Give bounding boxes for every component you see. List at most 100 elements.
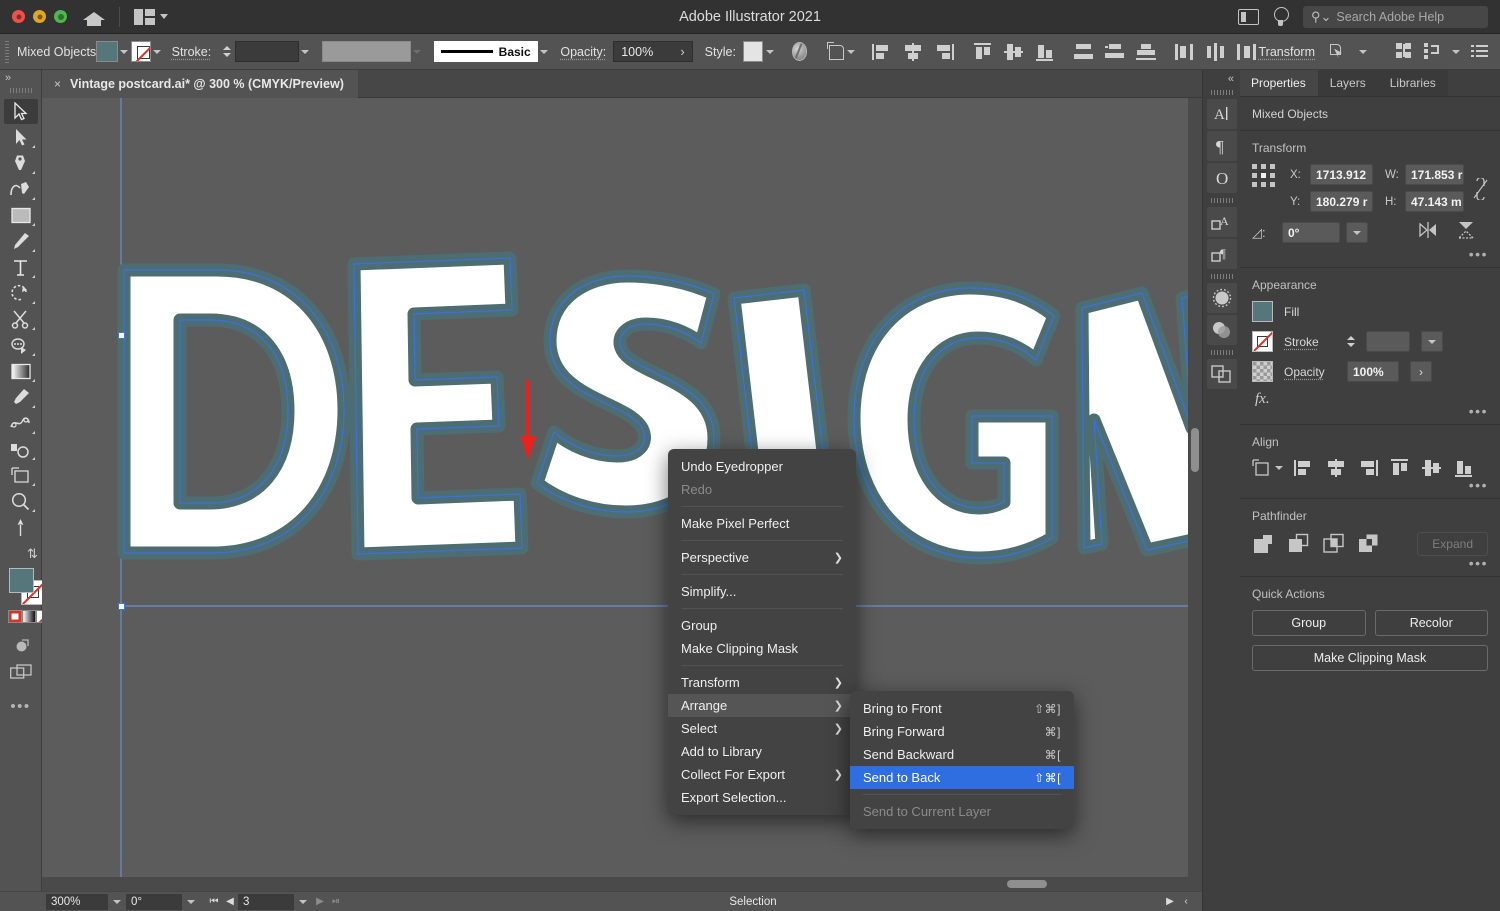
submenu-item-send-backward[interactable]: Send Backward ⌘[ (850, 743, 1074, 766)
menu-item-make-pixel-perfect[interactable]: Make Pixel Perfect (668, 512, 856, 535)
curvature-tool[interactable] (4, 177, 38, 202)
distribute-center-icon[interactable] (1205, 42, 1227, 62)
align-to-selector[interactable] (1252, 459, 1283, 477)
close-button[interactable] (12, 10, 25, 23)
direct-selection-tool[interactable] (4, 125, 38, 150)
distribute-left-icon[interactable] (1174, 42, 1196, 62)
gradient-tool[interactable] (4, 359, 38, 384)
rail-group-grip[interactable] (1210, 198, 1233, 203)
zoom-level-field[interactable]: 300% (46, 893, 108, 910)
brushes-panel-icon[interactable] (1206, 283, 1237, 313)
tab-libraries[interactable]: Libraries (1377, 70, 1448, 96)
context-menu[interactable]: Undo Eyedropper Redo Make Pixel Perfect … (668, 449, 856, 815)
opacity-label[interactable]: Opacity (1284, 365, 1336, 379)
scroll-thumb[interactable] (1191, 428, 1199, 472)
search-input[interactable] (1336, 9, 1480, 24)
menu-item-perspective[interactable]: Perspective ❯ (668, 546, 856, 569)
align-left-icon[interactable] (871, 42, 893, 62)
exclude-icon[interactable] (1357, 533, 1381, 555)
color-button[interactable] (8, 610, 22, 623)
minus-front-icon[interactable] (1287, 533, 1311, 555)
expand-toolbar-icon[interactable]: » (0, 70, 41, 84)
paintbrush-tool[interactable] (4, 229, 38, 254)
opacity-field[interactable]: 100% › (613, 41, 693, 62)
rotation-dropdown-icon[interactable] (182, 899, 200, 904)
group-button[interactable]: Group (1252, 610, 1366, 636)
artboard-tool[interactable] (4, 463, 38, 488)
flip-vertical-icon[interactable] (1456, 221, 1476, 244)
align-middle-vertical-icon[interactable] (1003, 42, 1025, 62)
align-middle-vertical-icon[interactable] (1421, 458, 1443, 478)
submenu-item-bring-forward[interactable]: Bring Forward ⌘] (850, 720, 1074, 743)
select-similar-icon[interactable] (827, 41, 845, 62)
screen-mode-toggle-icon[interactable] (10, 664, 33, 686)
next-artboard-button[interactable]: ▶ (312, 896, 328, 907)
hand-tool[interactable] (4, 515, 38, 540)
eyedropper-tool[interactable] (4, 385, 38, 410)
align-more-options-icon[interactable]: ••• (1469, 477, 1488, 493)
align-right-icon[interactable] (1357, 458, 1379, 478)
isolate-selected-object-icon[interactable] (1326, 42, 1348, 62)
first-artboard-button[interactable]: ⏮ (206, 896, 222, 907)
canvas-horizontal-scrollbar[interactable] (42, 877, 1188, 891)
rotate-tool[interactable] (4, 281, 38, 306)
stroke-dropdown-icon[interactable] (151, 41, 164, 62)
distribute-bottom-icon[interactable] (1135, 42, 1157, 62)
flip-horizontal-icon[interactable] (1418, 221, 1438, 244)
w-field[interactable]: 171.853 r (1405, 164, 1464, 185)
home-icon[interactable] (83, 8, 105, 26)
gradient-button[interactable] (22, 610, 36, 623)
stroke-weight-dropdown-icon[interactable] (299, 41, 312, 62)
constrain-proportions-icon[interactable] (1473, 176, 1488, 205)
stroke-label[interactable]: Stroke (1284, 335, 1336, 349)
stroke-swatch-button[interactable] (130, 41, 151, 62)
menu-item-transform[interactable]: Transform ❯ (668, 671, 856, 694)
x-field[interactable]: 1713.912 (1310, 164, 1373, 185)
stroke-weight-field[interactable] (1366, 331, 1410, 352)
arrange-documents-icon[interactable] (134, 8, 168, 25)
graphic-style-swatch[interactable] (742, 41, 764, 62)
canvas-vertical-scrollbar[interactable] (1188, 98, 1202, 891)
align-right-icon[interactable] (933, 42, 955, 62)
paragraph-panel-icon[interactable]: ¶ (1206, 131, 1237, 161)
stroke-swatch[interactable] (1252, 331, 1273, 352)
stroke-weight-field[interactable] (235, 41, 300, 62)
zoom-button[interactable] (54, 10, 67, 23)
document-tab[interactable]: × Vintage postcard.ai* @ 300 % (CMYK/Pre… (42, 69, 358, 98)
status-menu-button[interactable]: ▶ (1162, 896, 1178, 907)
zoom-dropdown-icon[interactable] (108, 899, 126, 904)
selection-tool[interactable] (3, 99, 38, 124)
submenu-item-bring-to-front[interactable]: Bring to Front ⇧⌘] (850, 697, 1074, 720)
arrange-panel-icon[interactable] (1424, 43, 1441, 60)
fill-color-swatch[interactable] (9, 568, 34, 593)
toolbar-grip[interactable] (9, 88, 32, 93)
opacity-field[interactable]: 100% (1347, 361, 1399, 382)
menu-item-group[interactable]: Group (668, 614, 856, 637)
collapse-panels-icon[interactable]: « (1203, 70, 1240, 85)
fill-swatch-button[interactable] (96, 41, 118, 62)
stroke-weight-stepper[interactable] (1347, 336, 1355, 347)
make-clipping-mask-button[interactable]: Make Clipping Mask (1252, 645, 1488, 671)
isolate-dropdown-icon[interactable] (1359, 49, 1367, 54)
y-field[interactable]: 180.279 r (1310, 191, 1373, 212)
transform-more-options-icon[interactable]: ••• (1469, 246, 1488, 262)
transparency-panel-icon[interactable] (1206, 315, 1237, 345)
brush-definition-field[interactable]: Basic (433, 41, 538, 62)
zoom-tool[interactable] (4, 489, 38, 514)
select-similar-dropdown-icon[interactable] (845, 41, 858, 62)
character-styles-icon[interactable]: A (1206, 207, 1237, 237)
fill-dropdown-icon[interactable] (118, 41, 131, 62)
character-panel-icon[interactable]: A (1206, 99, 1237, 129)
scroll-thumb[interactable] (1007, 880, 1047, 888)
type-tool[interactable] (4, 255, 38, 280)
rail-group-grip[interactable] (1210, 350, 1233, 355)
artboard-number-field[interactable]: 3 (238, 893, 294, 910)
stroke-weight-stepper[interactable] (219, 46, 235, 57)
last-artboard-button[interactable]: ⏯ (328, 896, 344, 907)
selection-handle[interactable] (118, 603, 125, 610)
arrange-submenu[interactable]: Bring to Front ⇧⌘] Bring Forward ⌘] Send… (850, 691, 1074, 829)
rail-group-grip[interactable] (1210, 274, 1233, 279)
fill-swatch[interactable] (1252, 301, 1273, 322)
pen-tool[interactable] (4, 151, 38, 176)
menu-item-undo[interactable]: Undo Eyedropper (668, 455, 856, 478)
